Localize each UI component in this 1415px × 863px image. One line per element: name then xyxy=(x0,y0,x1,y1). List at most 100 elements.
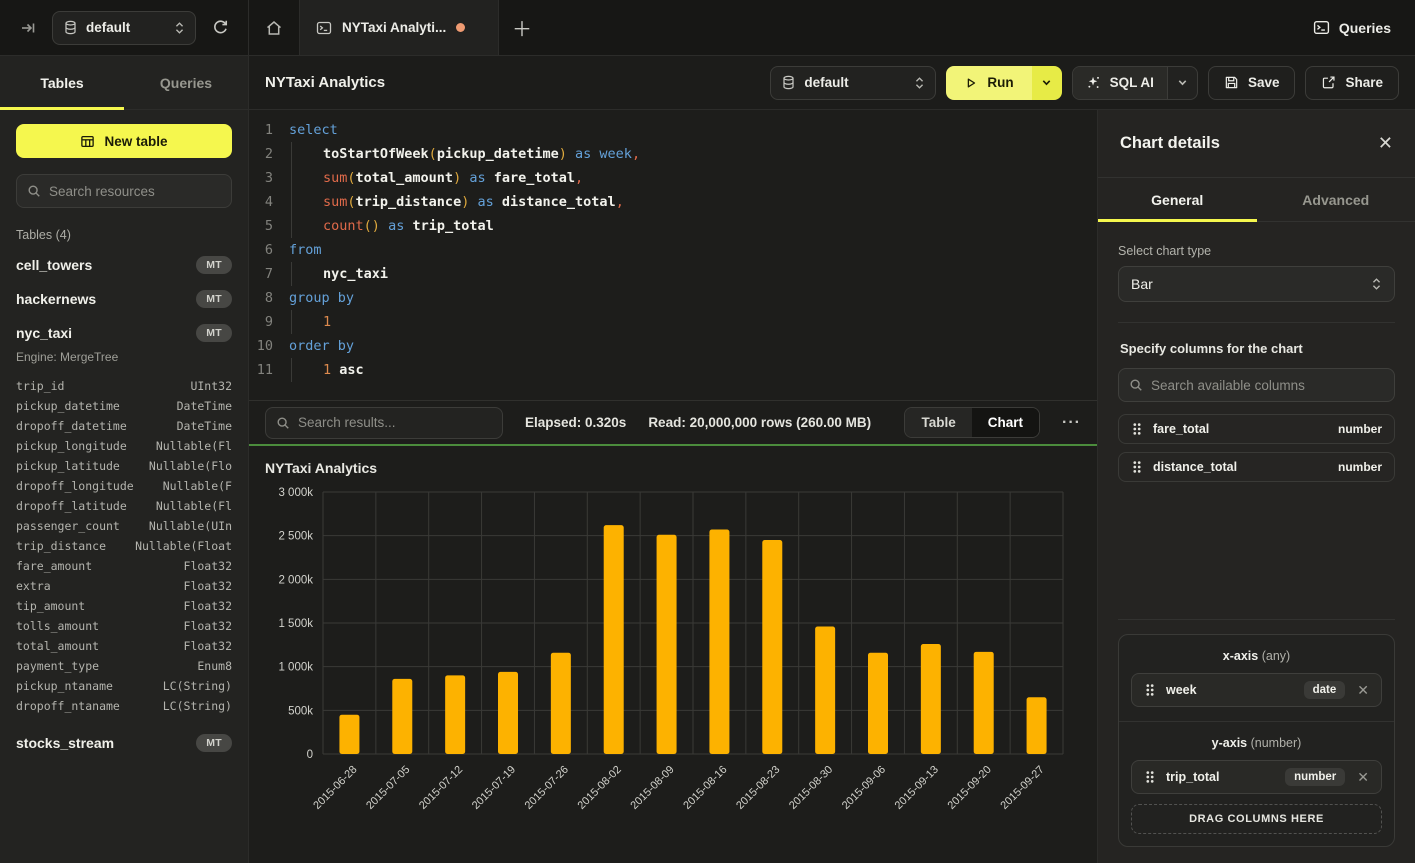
x-axis-column-type-badge: date xyxy=(1304,681,1346,699)
token xyxy=(380,218,388,234)
column-type: DateTime xyxy=(177,416,232,436)
drag-handle-icon[interactable] xyxy=(1144,770,1156,784)
results-search-input[interactable] xyxy=(298,415,492,430)
workspace: 1select2toStartOfWeek(pickup_datetime) a… xyxy=(249,110,1097,863)
sidebar-tab-queries[interactable]: Queries xyxy=(124,56,248,109)
x-tick-label: 2015-07-05 xyxy=(364,764,412,812)
token: ) xyxy=(559,146,567,162)
panel-tabs: General Advanced xyxy=(1098,178,1415,222)
table-row[interactable]: stocks_stream MT xyxy=(16,726,232,760)
y-axis-column-item[interactable]: trip_totalnumber✕ xyxy=(1131,760,1382,794)
tab-advanced[interactable]: Advanced xyxy=(1257,178,1415,221)
share-button-label: Share xyxy=(1345,75,1383,90)
sql-ai-options-button[interactable] xyxy=(1167,67,1197,99)
sql-editor[interactable]: 1select2toStartOfWeek(pickup_datetime) a… xyxy=(249,110,1097,400)
column-name: pickup_latitude xyxy=(16,456,120,476)
code-content: select xyxy=(289,118,1097,142)
header-database-value: default xyxy=(804,75,906,90)
column-type: Nullable(F xyxy=(163,476,232,496)
column-type: Float32 xyxy=(184,636,232,656)
y-axis-column-type-badge: number xyxy=(1285,768,1345,786)
drag-handle-icon[interactable] xyxy=(1144,683,1156,697)
more-options-button[interactable]: ··· xyxy=(1062,414,1081,432)
new-table-button[interactable]: New table xyxy=(16,124,232,158)
database-icon xyxy=(781,75,796,90)
header-database-selector[interactable]: default xyxy=(770,66,936,100)
tab-general[interactable]: General xyxy=(1098,178,1257,221)
run-options-button[interactable] xyxy=(1032,66,1062,100)
drag-handle-icon[interactable] xyxy=(1131,460,1143,474)
new-tab-button[interactable]: ＋ xyxy=(499,0,545,55)
tab-bar: NYTaxi Analyti... ＋ xyxy=(249,0,1313,55)
token: ( xyxy=(429,146,437,162)
unsaved-dot-icon xyxy=(456,23,465,32)
run-button[interactable]: Run xyxy=(946,66,1031,100)
token: ) xyxy=(453,170,461,186)
x-axis-items: weekdate✕ xyxy=(1131,673,1382,707)
view-toggle-table[interactable]: Table xyxy=(905,408,971,437)
drag-handle-icon[interactable] xyxy=(1131,422,1143,436)
token: order by xyxy=(289,338,354,354)
x-tick-label: 2015-06-28 xyxy=(311,764,359,812)
remove-column-button[interactable]: ✕ xyxy=(1355,769,1371,786)
x-tick-label: 2015-07-26 xyxy=(523,764,571,812)
token: toStartOfWeek xyxy=(323,146,429,162)
token: sum xyxy=(323,170,347,186)
save-button[interactable]: Save xyxy=(1208,66,1296,100)
home-tab-button[interactable] xyxy=(249,0,299,55)
refresh-button[interactable] xyxy=(206,14,234,42)
y-tick-label: 2 500k xyxy=(278,531,313,543)
bar xyxy=(815,626,835,754)
column-type: Nullable(Float xyxy=(135,536,232,556)
indent-guide xyxy=(291,310,292,334)
columns-search xyxy=(1118,368,1395,402)
sidebar-search-input[interactable] xyxy=(49,184,226,199)
column-type: Float32 xyxy=(184,616,232,636)
engine-badge: MT xyxy=(196,734,232,752)
view-toggle-chart[interactable]: Chart xyxy=(972,408,1039,437)
table-name: stocks_stream xyxy=(16,735,114,751)
bar xyxy=(392,679,412,754)
available-column-item[interactable]: fare_totalnumber xyxy=(1118,414,1395,444)
sql-ai-button[interactable]: SQL AI xyxy=(1073,67,1167,99)
x-tick-label: 2015-08-02 xyxy=(576,764,624,812)
topbar-database-selector[interactable]: default xyxy=(52,11,196,45)
share-icon xyxy=(1321,75,1336,90)
available-column-item[interactable]: distance_totalnumber xyxy=(1118,452,1395,482)
x-axis-column-item[interactable]: weekdate✕ xyxy=(1131,673,1382,707)
code-line: 2toStartOfWeek(pickup_datetime) as week, xyxy=(249,142,1097,166)
close-panel-button[interactable]: ✕ xyxy=(1378,133,1393,154)
table-row[interactable]: cell_towersMT xyxy=(16,248,232,282)
collapse-sidebar-button[interactable] xyxy=(14,14,42,42)
sidebar-tabs: Tables Queries xyxy=(0,56,248,110)
queries-button[interactable]: Queries xyxy=(1313,19,1391,36)
code-content: sum(total_amount) as fare_total, xyxy=(289,166,1097,190)
line-number: 5 xyxy=(249,214,289,238)
bar xyxy=(709,530,729,754)
save-button-label: Save xyxy=(1248,75,1280,90)
topbar-database-value: default xyxy=(86,20,166,35)
table-engine: Engine: MergeTree xyxy=(16,350,232,372)
table-row[interactable]: nyc_taxiMT xyxy=(16,316,232,350)
column-name: fare_amount xyxy=(16,556,92,576)
columns-search-input[interactable] xyxy=(1151,378,1384,393)
remove-column-button[interactable]: ✕ xyxy=(1355,682,1371,699)
column-row: extraFloat32 xyxy=(16,576,232,596)
drop-zone[interactable]: DRAG COLUMNS HERE xyxy=(1131,804,1382,834)
code-line: 1select xyxy=(249,118,1097,142)
query-tab[interactable]: NYTaxi Analyti... xyxy=(299,0,499,55)
query-header: NYTaxi Analytics default xyxy=(249,56,1415,110)
available-column-name: fare_total xyxy=(1153,422,1328,436)
token: 1 xyxy=(323,362,331,378)
panel-title: Chart details xyxy=(1120,134,1220,153)
chart-type-dropdown[interactable]: Bar xyxy=(1118,266,1395,302)
sidebar-tab-tables[interactable]: Tables xyxy=(0,56,124,109)
bar-chart: 0500k1 000k1 500k2 000k2 500k3 000k2015-… xyxy=(265,482,1081,854)
bar xyxy=(921,644,941,754)
column-row: pickup_longitudeNullable(Fl xyxy=(16,436,232,456)
share-button[interactable]: Share xyxy=(1305,66,1399,100)
y-tick-label: 3 000k xyxy=(278,487,313,499)
table-row[interactable]: hackernewsMT xyxy=(16,282,232,316)
line-number: 3 xyxy=(249,166,289,190)
column-row: dropoff_longitudeNullable(F xyxy=(16,476,232,496)
